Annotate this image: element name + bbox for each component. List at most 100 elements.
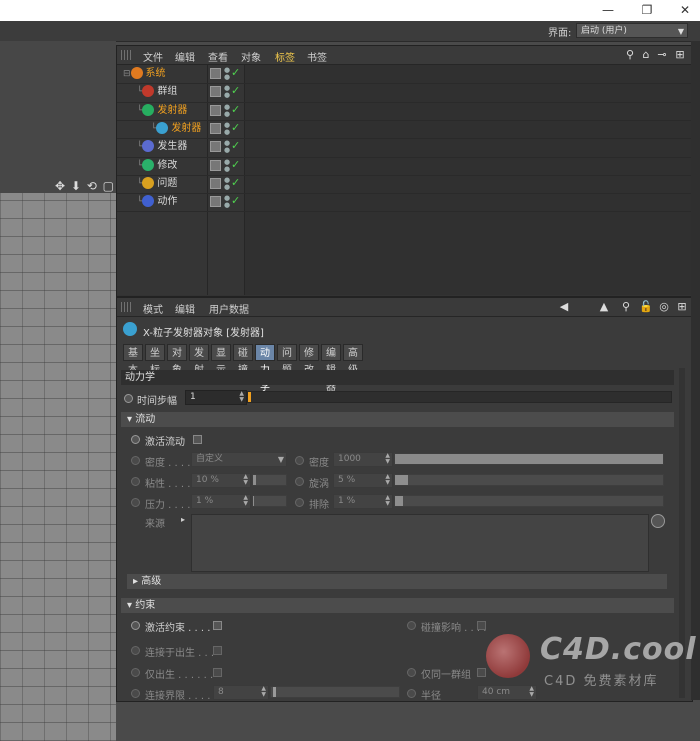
tab-0[interactable]: 基本 [123,344,143,376]
object-row[interactable]: └ 修改 [137,158,177,174]
visibility-dots-icon[interactable]: ● ● [224,195,230,209]
collision-radio[interactable] [407,621,416,630]
tab-3[interactable]: 发射 [189,344,209,376]
tab-10[interactable]: 高级 [343,344,363,376]
timestep-field[interactable]: 1 ▲ ▼ [185,390,247,405]
tab-7[interactable]: 问题 [277,344,297,376]
restore-button[interactable]: ❐ [637,2,657,18]
same-group-radio[interactable] [407,668,416,677]
layout-select[interactable]: 启动 (用户) ▼ [576,23,688,38]
layer-icon[interactable] [210,86,221,98]
object-row[interactable]: └ 问题 [137,176,177,192]
grip-icon[interactable] [121,302,131,312]
object-row[interactable]: ⊟ 系统 [123,66,166,82]
object-row[interactable]: └ 发射器 [137,103,187,119]
same-group-checkbox[interactable] [477,668,486,677]
enabled-check-icon[interactable]: ✓ [231,139,240,152]
up-arrow-icon[interactable]: ▲ [597,300,611,313]
grip-icon[interactable] [121,50,131,60]
connect-birth-checkbox[interactable] [213,646,222,655]
minimize-button[interactable]: — [598,2,618,18]
new-panel-icon[interactable]: ⊞ [675,300,689,313]
density-slider[interactable] [394,453,664,465]
tab-2[interactable]: 对象 [167,344,187,376]
spinner-icon[interactable]: ▲ ▼ [239,391,244,403]
pick-icon[interactable] [651,514,665,528]
repel-radio[interactable] [295,498,304,507]
tab-9[interactable]: 编辑器 [321,344,341,393]
object-row[interactable]: └ 群组 [137,84,177,100]
tab-1[interactable]: 坐标 [145,344,165,376]
spinner-icon[interactable]: ▲ ▼ [385,474,390,486]
visibility-dots-icon[interactable]: ● ● [224,121,230,136]
enabled-check-icon[interactable]: ✓ [231,176,240,189]
group-flow[interactable]: ▾ 流动 [121,412,674,427]
repel-field[interactable]: 1 % ▲ ▼ [333,494,393,509]
visibility-dots-icon[interactable]: ● ● [224,103,230,118]
layer-icon[interactable] [210,196,221,208]
spinner-icon[interactable]: ▲ ▼ [385,495,390,507]
viscosity-radio[interactable] [131,477,140,486]
layer-icon[interactable] [210,159,221,171]
layer-icon[interactable] [210,177,221,189]
spinner-icon[interactable]: ▲ ▼ [385,453,390,465]
enabled-check-icon[interactable]: ✓ [231,194,240,207]
new-panel-icon[interactable]: ⊞ [673,48,687,61]
spinner-icon[interactable]: ▲ ▼ [243,495,248,507]
target-icon[interactable]: ◎ [657,300,671,313]
back-arrow-icon[interactable]: ◀ [557,300,571,313]
layer-icon[interactable] [210,141,221,153]
collision-checkbox[interactable] [477,621,486,630]
source-list[interactable] [191,514,649,572]
pressure-field[interactable]: 1 % ▲ ▼ [191,494,251,509]
timestep-anim-radio[interactable] [124,394,133,403]
density-mode-select[interactable]: 自定义 ▼ [191,452,287,467]
object-row[interactable]: └ 动作 [137,194,177,210]
home-icon[interactable]: ⌂ [639,48,653,61]
birth-only-checkbox[interactable] [213,668,222,677]
tab-5[interactable]: 碰撞 [233,344,253,376]
spinner-icon[interactable]: ▲ ▼ [261,686,266,698]
group-advanced[interactable]: ▸ 高级 [127,574,667,589]
timestep-slider-knob[interactable] [248,392,251,402]
menu-object[interactable]: 对象 [241,49,261,64]
tab-4[interactable]: 显示 [211,344,231,376]
connect-bound-slider[interactable] [270,686,400,698]
menu-tag[interactable]: 标签 [275,49,295,64]
density-field[interactable]: 1000 ▲ ▼ [333,452,393,467]
search-icon[interactable]: ⚲ [619,300,633,313]
connect-birth-radio[interactable] [131,646,140,655]
viewport[interactable]: ✥ ⬇ ⟲ ▢ [0,41,116,741]
triangle-right-icon[interactable]: ▸ [181,515,185,524]
object-row[interactable]: └ 发射器 [151,121,201,137]
visibility-dots-icon[interactable]: ● ● [224,158,230,173]
tab-6[interactable]: 动力学 [255,344,275,393]
viscosity-field[interactable]: 10 % ▲ ▼ [191,473,251,488]
layer-icon[interactable] [210,104,221,116]
enabled-check-icon[interactable]: ✓ [231,121,240,134]
pressure-radio[interactable] [131,498,140,507]
collapse-icon[interactable]: ⊟ [123,69,131,79]
birth-only-radio[interactable] [131,668,140,677]
lock-icon[interactable]: 🔓 [639,300,653,313]
link-icon[interactable]: ⊸ [655,48,669,61]
spinner-icon[interactable]: ▲ ▼ [243,474,248,486]
tab-8[interactable]: 修改 [299,344,319,376]
layer-icon[interactable] [210,68,221,79]
visibility-dots-icon[interactable]: ● ● [224,67,230,81]
layer-icon[interactable] [210,122,221,134]
density-mode-radio[interactable] [131,456,140,465]
enabled-check-icon[interactable]: ✓ [231,158,240,171]
menu-bookmark[interactable]: 书签 [307,49,327,64]
enabled-check-icon[interactable]: ✓ [231,103,240,116]
activate-flow-checkbox[interactable] [193,435,202,444]
visibility-dots-icon[interactable]: ● ● [224,176,230,191]
visibility-dots-icon[interactable]: ● ● [224,85,230,99]
object-row[interactable]: └ 发生器 [137,139,187,155]
close-button[interactable]: ✕ [675,2,695,18]
menu-user-data[interactable]: 用户数据 [209,301,249,316]
visibility-dots-icon[interactable]: ● ● [224,140,230,154]
vortex-field[interactable]: 5 % ▲ ▼ [333,473,393,488]
group-constraints[interactable]: ▾ 约束 [121,598,674,613]
vortex-radio[interactable] [295,477,304,486]
